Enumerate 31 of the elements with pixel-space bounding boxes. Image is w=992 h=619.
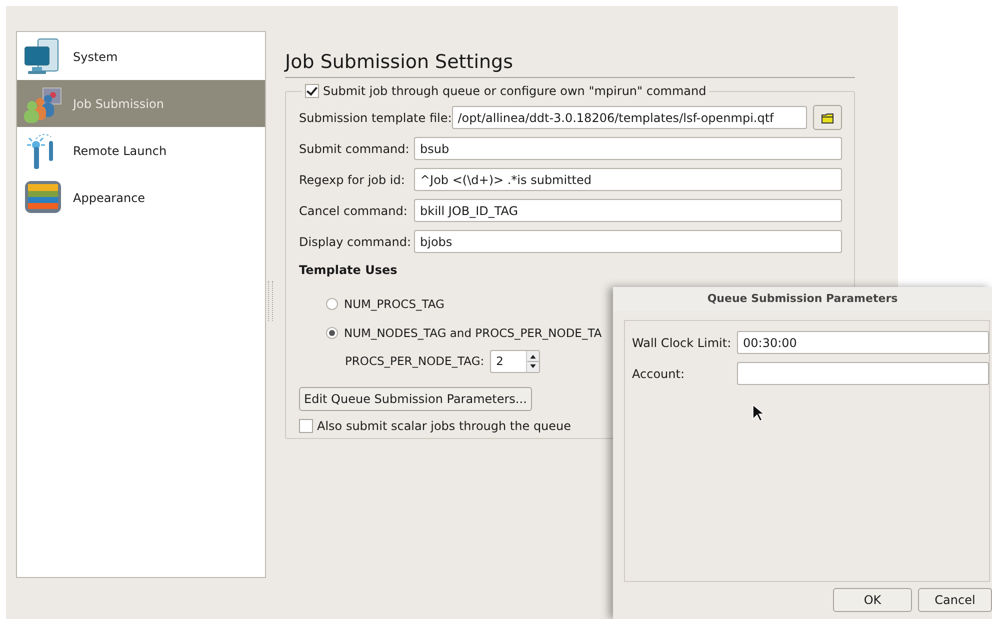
- spin-box[interactable]: 2: [490, 350, 540, 372]
- sidebar-item[interactable]: System: [17, 33, 265, 80]
- folder-icon: [820, 112, 834, 124]
- page-title: Job Submission Settings: [285, 51, 514, 75]
- input-field[interactable]: bkill JOB_ID_TAG: [414, 199, 842, 222]
- spin-label: PROCS_PER_NODE_TAG:: [345, 354, 484, 368]
- browse-button[interactable]: [813, 105, 842, 130]
- input-field[interactable]: /opt/allinea/ddt-3.0.18206/templates/lsf-openmpi.qtf: [452, 106, 807, 129]
- edit-parameters-button[interactable]: Edit Queue Submission Parameters...: [299, 387, 532, 411]
- scalar-checkbox[interactable]: Also submit scalar jobs through the queue: [299, 419, 842, 433]
- dialog-button[interactable]: OK: [833, 588, 912, 612]
- dialog-button[interactable]: Cancel: [918, 588, 992, 612]
- field-label: Submission template file:: [299, 110, 452, 124]
- dialog-title: Queue Submission Parameters: [613, 287, 992, 311]
- field-label: Cancel command:: [299, 204, 408, 218]
- field-label: Account:: [632, 366, 686, 380]
- field-label: Display command:: [299, 234, 412, 248]
- field-label: Submit command:: [299, 142, 410, 156]
- field-label: Wall Clock Limit:: [632, 336, 732, 350]
- section-heading: Template Uses: [299, 263, 398, 279]
- pointer-icon: [752, 404, 764, 422]
- input-field[interactable]: 00:30:00: [737, 331, 989, 354]
- input-field[interactable]: bsub: [414, 137, 842, 160]
- field-label: Regexp for job id:: [299, 172, 406, 186]
- queue-checkbox[interactable]: Submit job through queue or configure own "mpirun" command: [305, 84, 706, 98]
- input-field[interactable]: ^Job <(\d+)> .*is submitted: [414, 168, 842, 191]
- sidebar-item[interactable]: Remote Launch: [17, 127, 265, 174]
- input-field[interactable]: [737, 362, 989, 385]
- splitter-handle[interactable]: [268, 281, 273, 321]
- sidebar-item[interactable]: Appearance: [17, 174, 265, 221]
- input-field[interactable]: bjobs: [414, 230, 842, 253]
